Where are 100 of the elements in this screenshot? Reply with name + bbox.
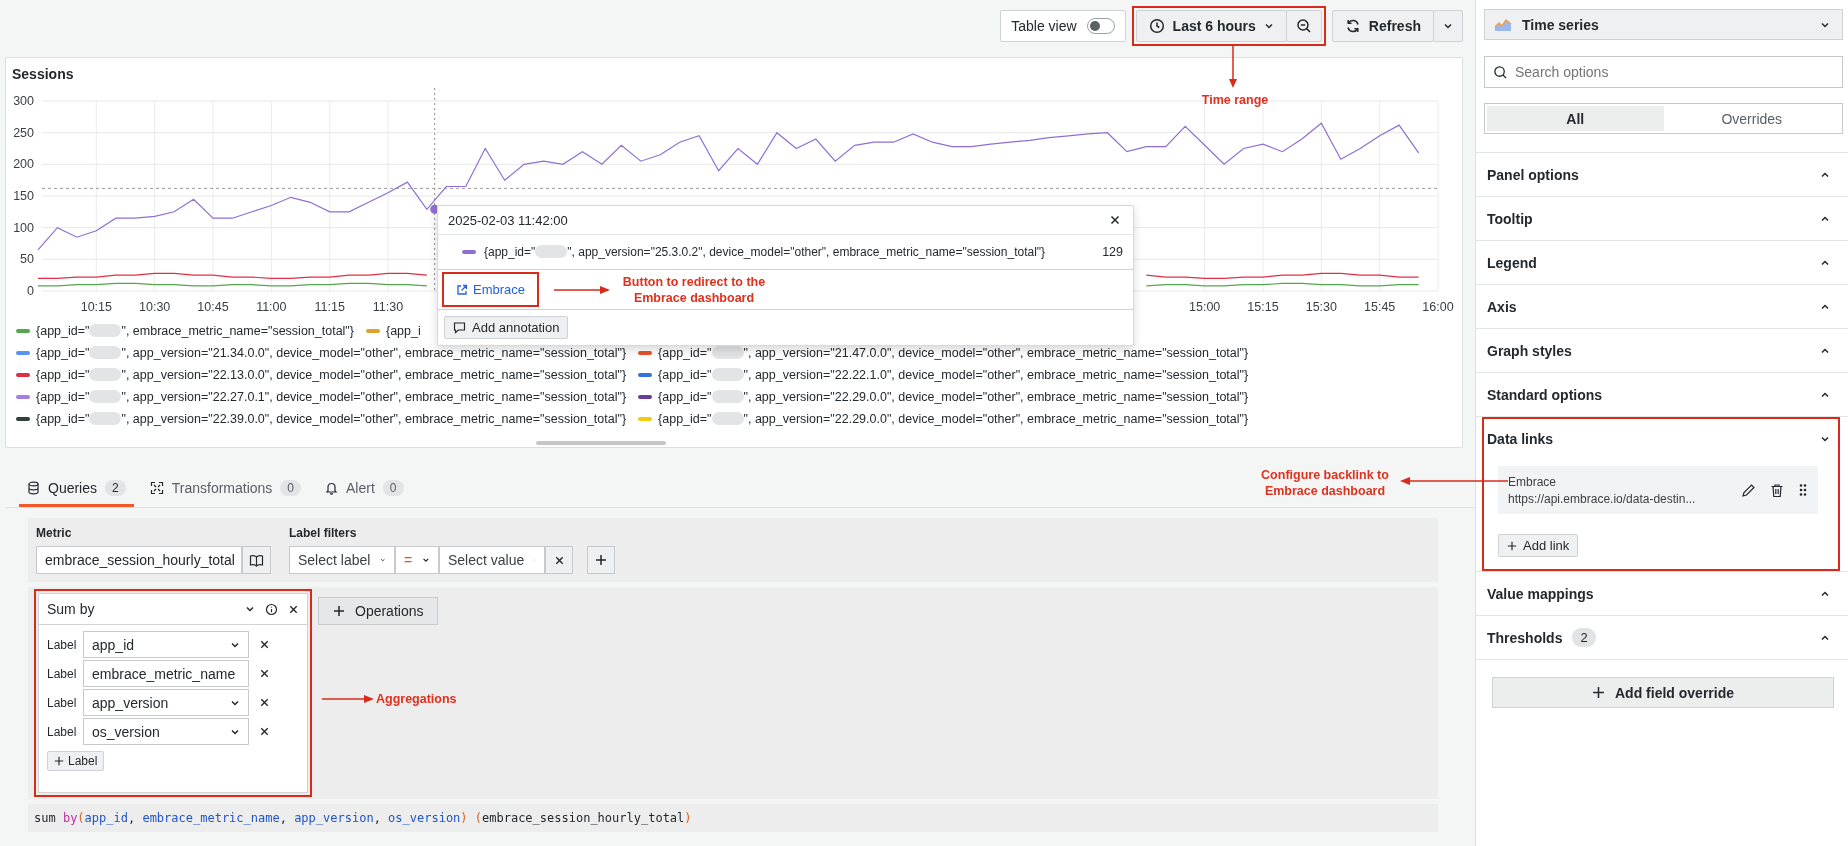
editor-tab[interactable]: Alert 0 bbox=[317, 480, 412, 507]
legend-label[interactable]: {app_id=" ", app_version="22.13.0.0", device_model="other", embrace_metric_name="session_total"} bbox=[36, 368, 627, 382]
panel-title: Sessions bbox=[12, 66, 74, 82]
refresh-button[interactable]: Refresh bbox=[1331, 10, 1434, 42]
embrace-link[interactable]: Embrace bbox=[446, 276, 536, 303]
legend-label[interactable]: {app_id=" ", app_version="21.47.0.0", device_model="other", embrace_metric_name="session_total"} bbox=[658, 346, 1249, 360]
visualization-picker[interactable]: Time series bbox=[1484, 9, 1843, 40]
legend-label[interactable]: {app_id=" ", app_version="21.34.0.0", device_model="other", embrace_metric_name="session_total"} bbox=[36, 346, 627, 360]
chevron-up-icon bbox=[1820, 633, 1830, 642]
drag-handle-icon[interactable] bbox=[1798, 483, 1808, 497]
metric-select[interactable]: embrace_session_hourly_total bbox=[36, 546, 242, 574]
value-select[interactable]: Select value bbox=[439, 546, 545, 574]
zoom-out-icon bbox=[1295, 18, 1312, 34]
legend-label[interactable]: {app_id=" ", app_version="22.29.0.0", device_model="other", embrace_metric_name="session_total"} bbox=[658, 390, 1249, 404]
search-icon bbox=[1493, 65, 1508, 80]
label-select[interactable]: app_version bbox=[83, 689, 249, 716]
annotation-arrow bbox=[554, 286, 610, 294]
external-link-icon bbox=[456, 283, 468, 296]
x-tick-label: 10:45 bbox=[197, 300, 229, 314]
clock-icon bbox=[1148, 18, 1165, 34]
area-chart-icon bbox=[1494, 17, 1512, 32]
label-select[interactable]: Select label bbox=[289, 546, 395, 574]
x-tick-label: 15:30 bbox=[1305, 300, 1337, 314]
toggle-switch[interactable] bbox=[1086, 18, 1115, 34]
plus-icon bbox=[54, 756, 64, 766]
section-header[interactable]: Standard options bbox=[1484, 375, 1838, 414]
metrics-explorer-button[interactable] bbox=[242, 546, 271, 574]
zoom-out-button[interactable] bbox=[1285, 10, 1322, 42]
editor-tab[interactable]: Queries 2 bbox=[19, 480, 134, 507]
count-badge: 2 bbox=[105, 480, 126, 496]
info-icon[interactable] bbox=[265, 602, 278, 616]
options-tab[interactable]: All bbox=[1487, 106, 1664, 131]
section-header[interactable]: Data links bbox=[1484, 419, 1838, 458]
annotation-arrow bbox=[322, 695, 374, 703]
y-tick-label: 0 bbox=[27, 284, 34, 298]
y-tick-label: 300 bbox=[13, 94, 34, 108]
trash-icon[interactable] bbox=[1770, 482, 1784, 498]
scrollbar-thumb[interactable] bbox=[536, 441, 666, 445]
close-icon[interactable] bbox=[259, 668, 270, 679]
time-range-button[interactable]: Last 6 hours bbox=[1135, 10, 1287, 42]
close-icon[interactable] bbox=[259, 726, 270, 737]
query-code: sum by(app_id, embrace_metric_name, app_version, os_version) (embrace_session_hourly_total) bbox=[34, 811, 692, 825]
database-icon bbox=[27, 481, 40, 495]
x-tick-label: 16:00 bbox=[1422, 300, 1454, 314]
legend-label[interactable]: {app_i bbox=[386, 324, 421, 338]
legend-label[interactable]: {app_id=" ", app_version="22.39.0.0", device_model="other", embrace_metric_name="session_total"} bbox=[36, 412, 627, 426]
remove-filter-button[interactable] bbox=[545, 546, 573, 574]
label-select[interactable]: app_id bbox=[83, 631, 249, 658]
close-icon[interactable] bbox=[259, 697, 270, 708]
add-filter-button[interactable] bbox=[587, 546, 615, 574]
x-tick-label: 11:15 bbox=[314, 300, 345, 314]
add-link-button[interactable]: Add link bbox=[1498, 534, 1579, 557]
label-select[interactable]: os_version bbox=[83, 718, 249, 745]
section-header[interactable]: Graph styles bbox=[1484, 331, 1838, 370]
chevron-up-icon bbox=[1820, 390, 1830, 399]
y-tick-label: 150 bbox=[13, 189, 34, 203]
x-tick-label: 15:45 bbox=[1364, 300, 1396, 314]
section-header[interactable]: Thresholds 2 bbox=[1484, 618, 1838, 657]
plus-icon bbox=[1507, 540, 1517, 551]
add-annotation-button[interactable]: Add annotation bbox=[444, 316, 569, 339]
annotation-note: Time range bbox=[1200, 92, 1270, 108]
close-icon[interactable] bbox=[1109, 214, 1121, 226]
section-header[interactable]: Legend bbox=[1484, 243, 1838, 282]
plus-icon bbox=[333, 605, 345, 617]
section-header[interactable]: Value mappings bbox=[1484, 574, 1838, 613]
add-label-button[interactable]: Label bbox=[47, 751, 105, 771]
annotation-note: Configure backlink to Embrace dashboard bbox=[1260, 467, 1390, 499]
add-operation-button[interactable]: Operations bbox=[318, 597, 439, 625]
y-tick-label: 100 bbox=[13, 220, 34, 235]
count-badge: 0 bbox=[280, 480, 302, 496]
x-tick-label: 10:30 bbox=[139, 300, 171, 314]
refresh-icon bbox=[1344, 18, 1361, 34]
legend-label[interactable]: {app_id=" ", app_version="22.29.0.0", device_model="other", embrace_metric_name="session_total"} bbox=[658, 412, 1249, 426]
add-field-override-button[interactable]: Add field override bbox=[1492, 677, 1834, 708]
chevron-up-icon bbox=[1820, 170, 1830, 179]
label-select[interactable]: embrace_metric_name bbox=[83, 660, 249, 687]
field-label: Label bbox=[47, 637, 77, 652]
editor-tab[interactable]: Transformations 0 bbox=[141, 480, 310, 507]
series-label: {app_id=" ", app_version="25.3.0.2", device_model="other", embrace_metric_name="session_total"} bbox=[484, 245, 1047, 259]
count-badge: 0 bbox=[382, 480, 404, 496]
book-icon bbox=[249, 553, 264, 567]
chevron-up-icon bbox=[1820, 258, 1830, 267]
close-icon[interactable] bbox=[259, 639, 270, 650]
legend-label[interactable]: {app_id=" ", app_version="22.27.0.1", device_model="other", embrace_metric_name="session_total"} bbox=[36, 390, 627, 404]
section-header[interactable]: Panel options bbox=[1484, 155, 1838, 194]
chevron-down-icon bbox=[1820, 434, 1830, 443]
field-label: Label bbox=[47, 695, 77, 710]
transform-icon bbox=[149, 481, 164, 495]
chevron-up-icon bbox=[1820, 589, 1830, 598]
pencil-icon[interactable] bbox=[1741, 482, 1756, 498]
close-icon[interactable] bbox=[288, 603, 299, 615]
operator-select[interactable]: = bbox=[395, 546, 439, 574]
chevron-up-icon bbox=[1820, 302, 1830, 311]
legend-label[interactable]: {app_id=" ", app_version="22.22.1.0", device_model="other", embrace_metric_name="session_total"} bbox=[658, 368, 1249, 382]
section-header[interactable]: Axis bbox=[1484, 287, 1838, 326]
legend-label[interactable]: {app_id=" ", embrace_metric_name="session_total"} bbox=[36, 324, 354, 338]
section-header[interactable]: Tooltip bbox=[1484, 199, 1838, 238]
search-field[interactable]: Search options bbox=[1484, 56, 1843, 88]
x-tick-label: 11:30 bbox=[372, 300, 404, 314]
link-title: Embrace bbox=[1508, 474, 1558, 489]
